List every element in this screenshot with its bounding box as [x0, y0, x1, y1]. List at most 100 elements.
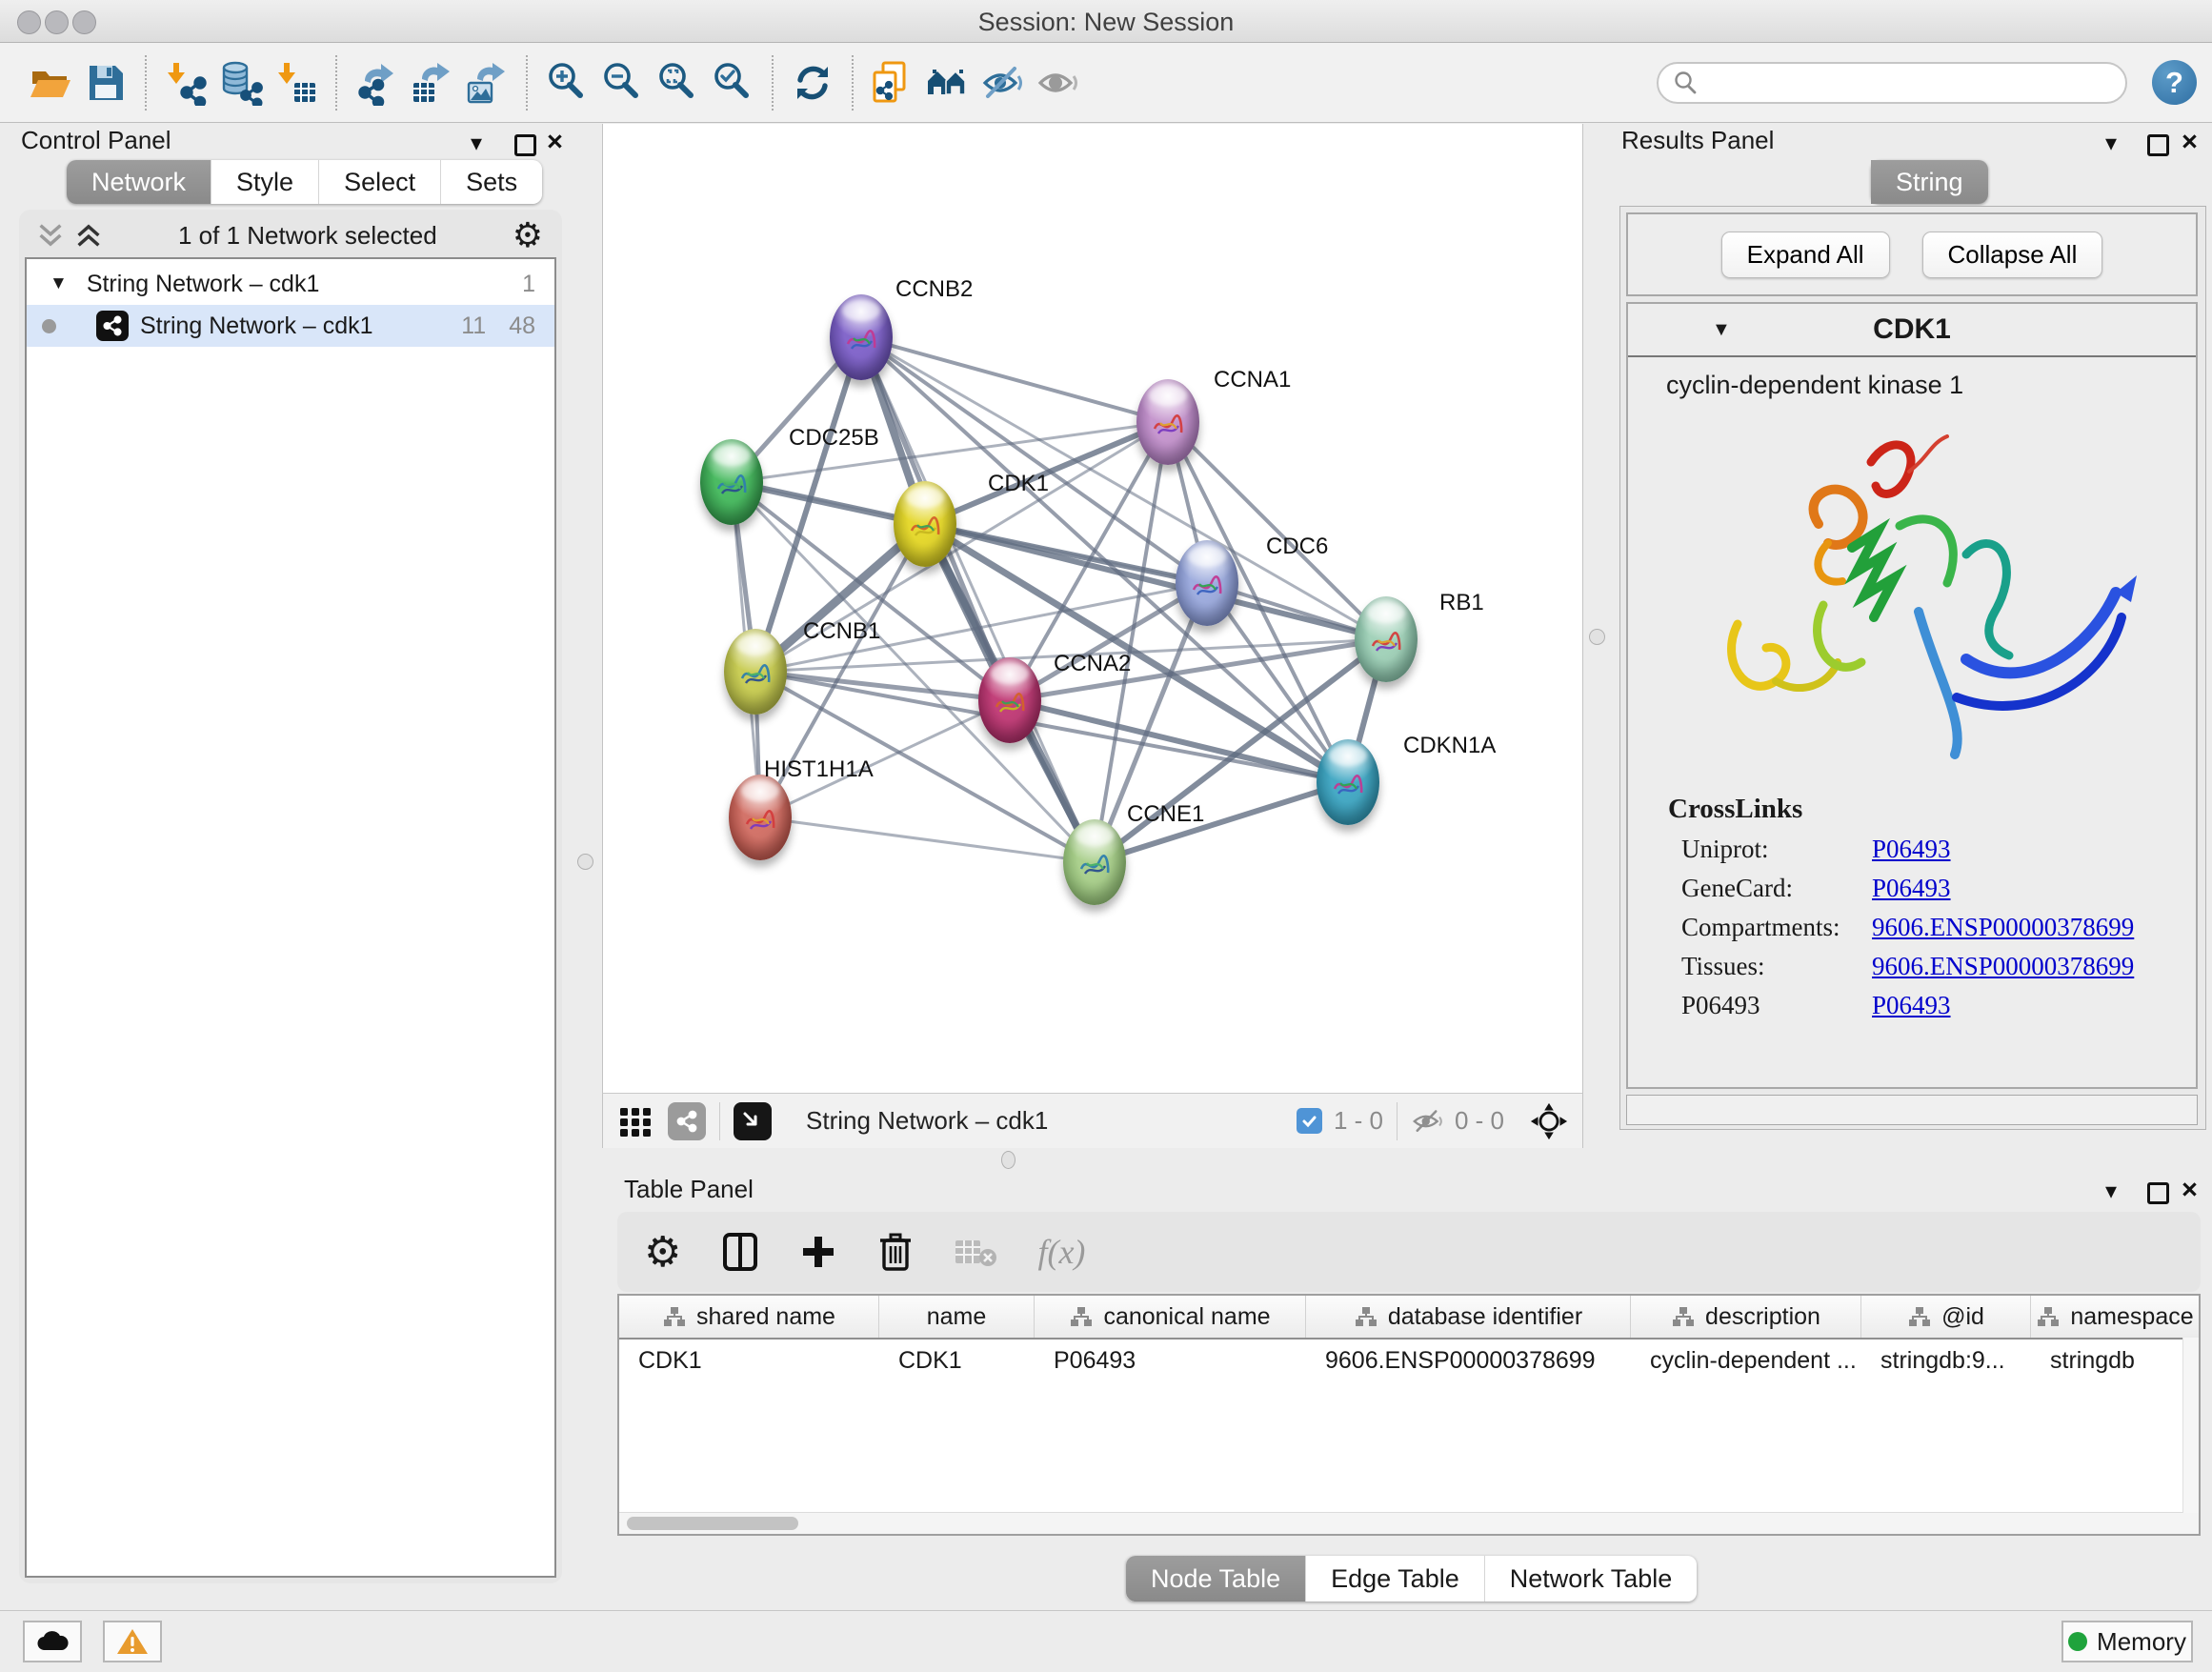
tab-style[interactable]: Style — [211, 160, 319, 204]
network-node-ccnb2[interactable] — [830, 294, 893, 380]
expand-all-button[interactable]: Expand All — [1721, 232, 1890, 278]
crosslink-uniprot-link[interactable]: P06493 — [1872, 835, 1951, 864]
results-panel-collapse-icon[interactable]: ▾ — [2105, 130, 2117, 157]
protein-section-header[interactable]: ▼ CDK1 — [1628, 304, 2196, 357]
crosslink-tissues-link[interactable]: 9606.ENSP00000378699 — [1872, 952, 2134, 981]
new-network-from-selection-button[interactable] — [865, 51, 920, 114]
import-table-from-file-button[interactable] — [269, 51, 324, 114]
tab-sets[interactable]: Sets — [441, 160, 542, 204]
share-view-icon[interactable] — [668, 1102, 706, 1140]
column-header-shared-name[interactable]: shared name — [619, 1296, 879, 1338]
zoom-out-button[interactable] — [594, 51, 650, 114]
search-input[interactable] — [1699, 68, 2102, 97]
network-edge[interactable] — [760, 817, 1095, 862]
column-header-canonical-name[interactable]: canonical name — [1035, 1296, 1306, 1338]
control-panel-close-icon[interactable]: × — [547, 132, 563, 151]
control-panel-float-icon[interactable] — [514, 134, 536, 156]
toolbar-search-field[interactable] — [1657, 62, 2127, 104]
left-splitter-handle[interactable] — [577, 854, 593, 870]
collapse-all-button[interactable]: Collapse All — [1922, 232, 2103, 278]
network-node-rb1[interactable] — [1355, 596, 1418, 682]
crosslink-genecard-link[interactable]: P06493 — [1872, 874, 1951, 903]
export-image-button[interactable] — [459, 51, 514, 114]
table-settings-gear-icon[interactable]: ⚙ — [644, 1228, 681, 1277]
table-panel-close-icon[interactable]: × — [2182, 1180, 2198, 1199]
tab-network-table[interactable]: Network Table — [1485, 1556, 1698, 1601]
results-panel-float-icon[interactable] — [2147, 134, 2169, 156]
network-row-selected[interactable]: String Network – cdk1 11 48 — [27, 305, 554, 347]
network-node-cdk1[interactable] — [894, 481, 956, 567]
network-edges-layer — [603, 124, 1584, 1093]
crosslink-pharos-link[interactable]: P06493 — [1872, 991, 1951, 1020]
hide-selected-button[interactable] — [975, 51, 1031, 114]
memory-button[interactable]: Memory — [2061, 1621, 2193, 1662]
tab-select[interactable]: Select — [319, 160, 441, 204]
table-vertical-scrollbar[interactable] — [2182, 1338, 2199, 1513]
crosslink-compartments-link[interactable]: 9606.ENSP00000378699 — [1872, 913, 2134, 942]
network-panel-gear-icon[interactable]: ⚙ — [513, 215, 543, 255]
results-scrollbar-strip[interactable] — [1626, 1095, 2198, 1125]
tree-expander-icon[interactable]: ▼ — [50, 273, 68, 294]
column-header-description[interactable]: description — [1631, 1296, 1861, 1338]
delete-column-trash-icon[interactable] — [877, 1231, 914, 1273]
table-panel-collapse-icon[interactable]: ▾ — [2105, 1178, 2117, 1205]
table-panel-float-icon[interactable] — [2147, 1182, 2169, 1204]
refresh-view-button[interactable] — [785, 51, 840, 114]
zoom-in-button[interactable] — [539, 51, 594, 114]
show-columns-icon[interactable] — [721, 1231, 759, 1273]
tab-node-table[interactable]: Node Table — [1126, 1556, 1306, 1601]
network-node-hist1h1a[interactable] — [729, 775, 792, 860]
zoom-fit-content-button[interactable] — [650, 51, 705, 114]
network-node-cdkn1a[interactable] — [1317, 739, 1379, 825]
birds-eye-view-icon[interactable] — [734, 1102, 772, 1140]
save-session-button[interactable] — [78, 51, 133, 114]
collapse-all-networks-icon[interactable] — [36, 221, 65, 250]
add-column-plus-icon[interactable] — [799, 1233, 837, 1271]
results-panel-title: Results Panel — [1621, 126, 1774, 155]
network-node-ccna2[interactable] — [978, 657, 1041, 743]
column-header-at-id[interactable]: @id — [1861, 1296, 2031, 1338]
section-collapse-arrow-icon[interactable]: ▼ — [1712, 319, 1731, 341]
import-table-icon — [273, 60, 319, 106]
network-node-cdc6[interactable] — [1176, 540, 1238, 626]
export-table-button[interactable] — [404, 51, 459, 114]
network-canvas[interactable]: CCNB2CCNA1CDC25BCDK1CDC6RB1CCNB1CCNA2CDK… — [602, 124, 1583, 1093]
first-neighbors-button[interactable] — [920, 51, 975, 114]
warnings-button[interactable] — [103, 1621, 162, 1662]
zoom-selected-button[interactable] — [705, 51, 760, 114]
tab-edge-table[interactable]: Edge Table — [1306, 1556, 1485, 1601]
column-header-database-identifier[interactable]: database identifier — [1306, 1296, 1631, 1338]
network-node-ccna1[interactable] — [1136, 379, 1199, 465]
network-node-cdc25b[interactable] — [700, 439, 763, 525]
expand-all-networks-icon[interactable] — [74, 221, 103, 250]
right-splitter-handle[interactable] — [1589, 629, 1605, 645]
control-panel-collapse-icon[interactable]: ▾ — [471, 130, 482, 157]
network-collection-row[interactable]: ▼ String Network – cdk1 1 — [27, 263, 554, 305]
table-row[interactable]: CDK1 CDK1 P06493 9606.ENSP00000378699 cy… — [619, 1340, 2199, 1381]
column-header-namespace[interactable]: namespace — [2031, 1296, 2199, 1338]
current-network-dot-icon — [42, 319, 56, 333]
node-label-ccna1: CCNA1 — [1214, 367, 1291, 393]
table-horizontal-scrollbar[interactable] — [619, 1512, 2199, 1534]
export-network-button[interactable] — [349, 51, 404, 114]
network-node-ccnb1[interactable] — [724, 629, 787, 715]
import-network-from-database-button[interactable] — [213, 51, 269, 114]
grid-view-icon[interactable] — [616, 1102, 654, 1140]
help-button[interactable]: ? — [2152, 60, 2197, 105]
selected-checkbox-icon[interactable] — [1297, 1108, 1322, 1134]
open-session-button[interactable] — [23, 51, 78, 114]
network-node-ccne1[interactable] — [1063, 819, 1126, 905]
import-network-from-file-button[interactable] — [158, 51, 213, 114]
zoom-selected-icon — [710, 60, 755, 106]
tab-network[interactable]: Network — [67, 160, 211, 204]
horizontal-splitter-handle[interactable] — [1001, 1151, 1016, 1169]
tab-string[interactable]: String — [1871, 160, 1988, 204]
scrollbar-thumb[interactable] — [627, 1517, 798, 1530]
column-header-name[interactable]: name — [879, 1296, 1035, 1338]
show-all-button[interactable] — [1031, 51, 1086, 114]
network-edge[interactable] — [861, 337, 1095, 862]
protein-description: cyclin-dependent kinase 1 — [1628, 357, 2196, 400]
fit-selected-crosshair-icon[interactable] — [1529, 1101, 1569, 1141]
results-panel-close-icon[interactable]: × — [2182, 132, 2198, 151]
cloud-status-button[interactable] — [23, 1621, 82, 1662]
